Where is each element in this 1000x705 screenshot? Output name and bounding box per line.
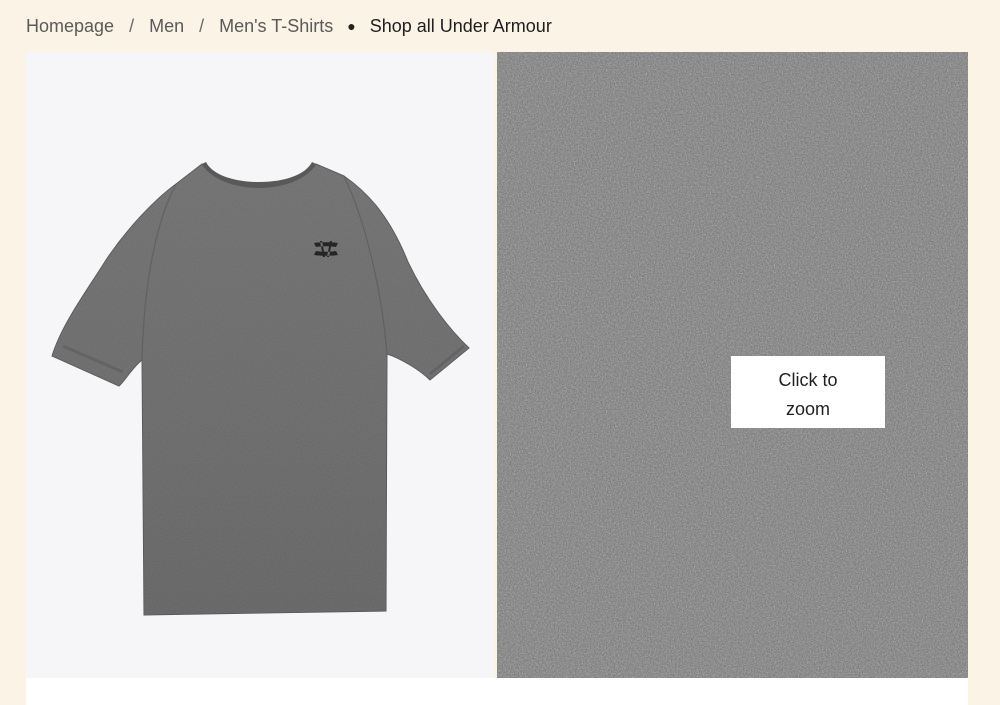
product-zoom-image[interactable]: Click to zoom: [497, 52, 968, 678]
breadcrumb-men-link[interactable]: Men: [149, 16, 184, 37]
zoom-hint-line1: Click to: [778, 370, 838, 390]
breadcrumb-separator: /: [199, 15, 205, 36]
product-info-panel: [26, 678, 968, 705]
shop-all-brand-link[interactable]: Shop all Under Armour: [370, 16, 552, 37]
breadcrumb-separator: /: [129, 15, 135, 36]
breadcrumb: Homepage / Men / Men's T-Shirts ● Shop a…: [26, 0, 552, 52]
click-to-zoom-hint[interactable]: Click to zoom: [731, 356, 885, 428]
breadcrumb-mens-tshirts-link[interactable]: Men's T-Shirts: [219, 16, 333, 37]
product-gallery: Click to zoom: [26, 52, 968, 678]
bullet-dot-icon: ●: [347, 18, 356, 34]
product-main-image[interactable]: [26, 52, 494, 678]
zoom-hint-line2: zoom: [785, 399, 830, 419]
breadcrumb-homepage-link[interactable]: Homepage: [26, 16, 114, 37]
tshirt-image: [51, 162, 470, 616]
